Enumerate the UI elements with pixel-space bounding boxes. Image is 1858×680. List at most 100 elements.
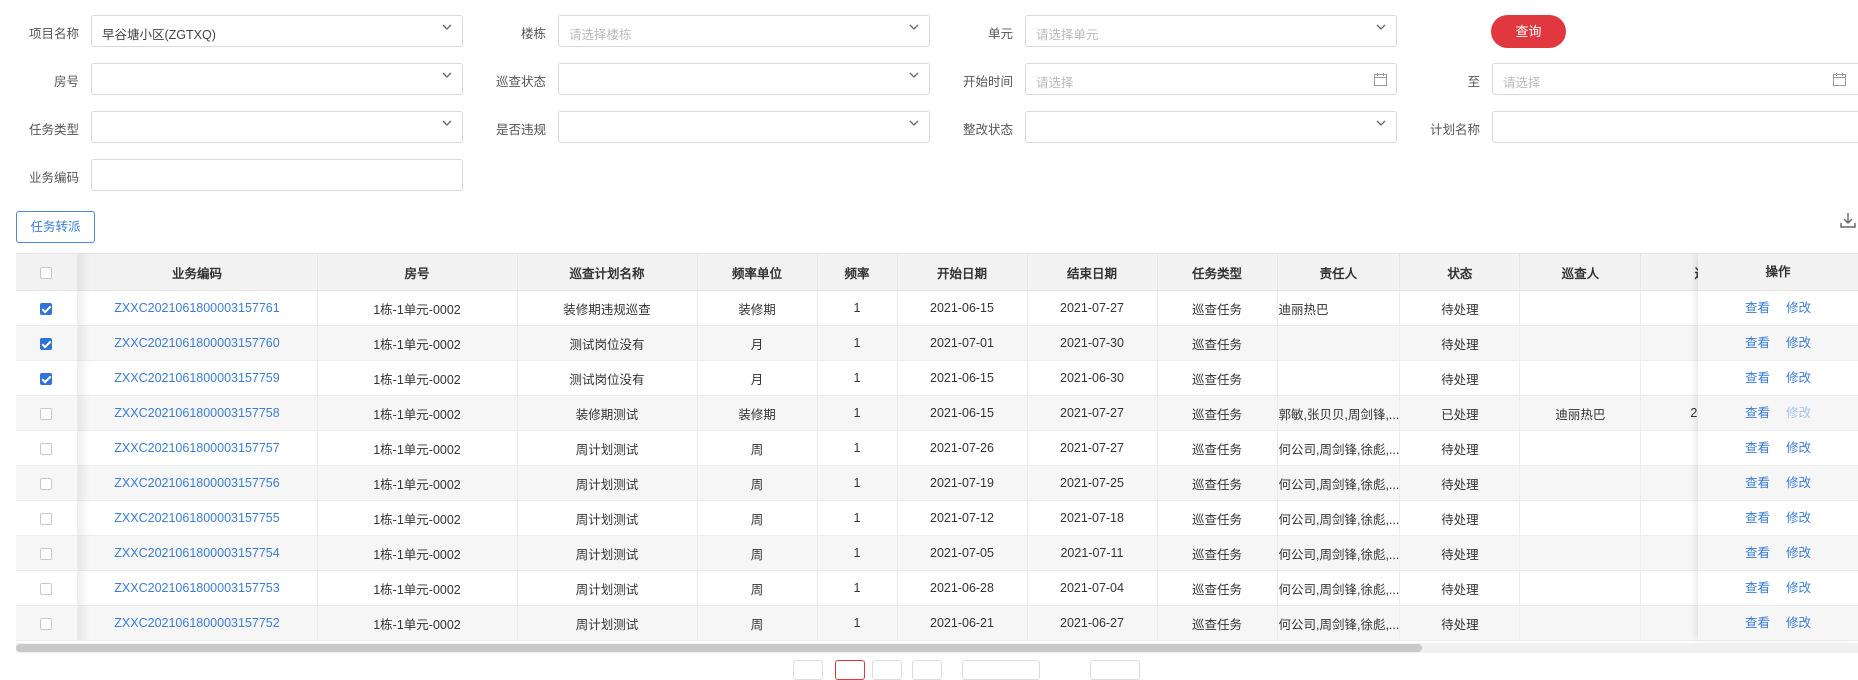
plan-name-input[interactable] (1492, 111, 1858, 143)
row-select-cell[interactable] (16, 290, 78, 326)
violation-select[interactable] (558, 111, 930, 143)
biz-code-input[interactable] (91, 159, 463, 191)
header-cell[interactable]: 房号 (317, 254, 518, 291)
biz-code-link[interactable]: ZXXC2021061800003157761 (77, 290, 318, 326)
biz-code-link[interactable]: ZXXC2021061800003157758 (77, 395, 318, 431)
header-cell[interactable]: 责任人 (1277, 254, 1401, 291)
edit-link[interactable]: 修改 (1786, 616, 1811, 630)
room-select[interactable] (91, 63, 463, 95)
biz-code-link[interactable]: ZXXC2021061800003157759 (77, 360, 318, 396)
header-cell[interactable]: 频率 (817, 254, 898, 291)
row-select-cell[interactable] (16, 570, 78, 606)
table-row[interactable]: ZXXC2021061800003157758 1栋-1单元-0002 装修期测试装… (16, 395, 1762, 431)
row-checkbox[interactable] (40, 512, 53, 525)
header-cell[interactable]: 状态 (1399, 254, 1521, 291)
building-select[interactable]: 请选择楼栋 (558, 15, 930, 47)
edit-link[interactable]: 修改 (1786, 476, 1811, 490)
edit-link[interactable]: 修改 (1786, 581, 1811, 595)
pagination-prev[interactable] (793, 660, 823, 680)
biz-code-link[interactable]: ZXXC2021061800003157752 (77, 605, 318, 641)
header-cell[interactable]: 开始日期 (897, 254, 1028, 291)
row-checkbox[interactable] (40, 337, 53, 350)
row-checkbox[interactable] (40, 477, 53, 490)
edit-link[interactable]: 修改 (1786, 371, 1811, 385)
pagination-page-current[interactable] (835, 660, 865, 680)
pagination-page[interactable] (872, 660, 902, 680)
row-checkbox[interactable] (40, 617, 53, 630)
row-checkbox[interactable] (40, 407, 53, 420)
table-row[interactable]: ZXXC2021061800003157756 1栋-1单元-0002 周计划测试周… (16, 465, 1762, 501)
row-select-cell[interactable] (16, 500, 78, 536)
header-cell[interactable]: 业务编码 (77, 254, 318, 291)
query-button[interactable]: 查询 (1491, 15, 1566, 48)
table-row[interactable]: ZXXC2021061800003157754 1栋-1单元-0002 周计划测试周… (16, 535, 1762, 571)
view-link[interactable]: 查看 (1745, 546, 1770, 560)
header-cell[interactable]: 巡查人 (1519, 254, 1642, 291)
table-row[interactable]: ZXXC2021061800003157753 1栋-1单元-0002 周计划测试周… (16, 570, 1762, 606)
row-checkbox[interactable] (40, 372, 53, 385)
task-transfer-button[interactable]: 任务转派 (16, 211, 95, 243)
row-select-cell[interactable] (16, 605, 78, 641)
edit-link[interactable]: 修改 (1786, 546, 1811, 560)
project-select[interactable]: 早谷塘小区(ZGTXQ) (91, 15, 463, 47)
unit-select[interactable]: 请选择单元 (1025, 15, 1397, 47)
cell-status: 已处理 (1399, 395, 1521, 431)
biz-code-link[interactable]: ZXXC2021061800003157755 (77, 500, 318, 536)
view-link[interactable]: 查看 (1745, 301, 1770, 315)
cell-end: 2021-06-27 (1027, 605, 1158, 641)
view-link[interactable]: 查看 (1745, 616, 1770, 630)
select-all-checkbox[interactable] (40, 266, 53, 279)
table-row[interactable]: ZXXC2021061800003157757 1栋-1单元-0002 周计划测试周… (16, 430, 1762, 466)
view-link[interactable]: 查看 (1745, 511, 1770, 525)
view-link[interactable]: 查看 (1745, 406, 1770, 420)
row-select-cell[interactable] (16, 465, 78, 501)
row-select-cell[interactable] (16, 360, 78, 396)
rectify-status-select[interactable] (1025, 111, 1397, 143)
select-all-cell[interactable] (16, 254, 78, 291)
cell-start: 2021-06-28 (897, 570, 1028, 606)
start-time-picker[interactable]: 请选择 (1025, 63, 1397, 95)
biz-code-link[interactable]: ZXXC2021061800003157760 (77, 325, 318, 361)
cell-freq-unit: 月 (697, 360, 818, 396)
view-link[interactable]: 查看 (1745, 476, 1770, 490)
view-link[interactable]: 查看 (1745, 336, 1770, 350)
table-row[interactable]: ZXXC2021061800003157760 1栋-1单元-0002 测试岗位没有… (16, 325, 1762, 361)
view-link[interactable]: 查看 (1745, 581, 1770, 595)
cell-owner (1277, 325, 1401, 361)
edit-link[interactable]: 修改 (1786, 301, 1811, 315)
scrollbar-thumb[interactable] (16, 644, 1422, 652)
table-row[interactable]: ZXXC2021061800003157755 1栋-1单元-0002 周计划测试周… (16, 500, 1762, 536)
header-cell[interactable]: 巡查计划名称 (517, 254, 698, 291)
patrol-status-select[interactable] (558, 63, 930, 95)
view-link[interactable]: 查看 (1745, 371, 1770, 385)
biz-code-link[interactable]: ZXXC2021061800003157756 (77, 465, 318, 501)
row-select-cell[interactable] (16, 535, 78, 571)
table-row[interactable]: ZXXC2021061800003157761 1栋-1单元-0002 装修期违规巡… (16, 290, 1762, 326)
row-checkbox[interactable] (40, 547, 53, 560)
table-row[interactable]: ZXXC2021061800003157759 1栋-1单元-0002 测试岗位没有… (16, 360, 1762, 396)
view-link[interactable]: 查看 (1745, 441, 1770, 455)
row-checkbox[interactable] (40, 302, 53, 315)
download-icon[interactable] (1838, 210, 1858, 230)
header-cell[interactable]: 频率单位 (697, 254, 818, 291)
row-checkbox[interactable] (40, 582, 53, 595)
header-cell[interactable]: 结束日期 (1027, 254, 1158, 291)
edit-link[interactable]: 修改 (1786, 441, 1811, 455)
row-select-cell[interactable] (16, 430, 78, 466)
pagination-size-select[interactable] (962, 660, 1040, 680)
row-select-cell[interactable] (16, 325, 78, 361)
biz-code-link[interactable]: ZXXC2021061800003157754 (77, 535, 318, 571)
pagination-jump-input[interactable] (1090, 660, 1140, 680)
table-row[interactable]: ZXXC2021061800003157752 1栋-1单元-0002 周计划测试周… (16, 605, 1762, 641)
pagination-next[interactable] (912, 660, 942, 680)
task-type-select[interactable] (91, 111, 463, 143)
row-select-cell[interactable] (16, 395, 78, 431)
row-checkbox[interactable] (40, 442, 53, 455)
biz-code-link[interactable]: ZXXC2021061800003157757 (77, 430, 318, 466)
edit-link[interactable]: 修改 (1786, 336, 1811, 350)
end-time-picker[interactable]: 请选择 (1492, 63, 1858, 95)
edit-link[interactable]: 修改 (1786, 511, 1811, 525)
biz-code-link[interactable]: ZXXC2021061800003157753 (77, 570, 318, 606)
horizontal-scrollbar[interactable] (16, 643, 1858, 653)
header-cell[interactable]: 任务类型 (1157, 254, 1278, 291)
